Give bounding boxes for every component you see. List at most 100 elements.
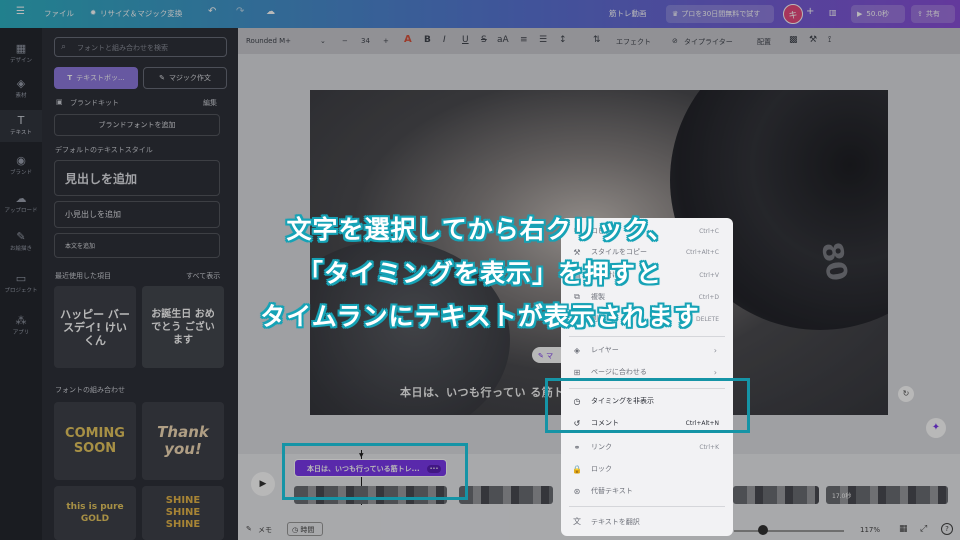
add-brand-font-button[interactable]: ブランドフォントを追加 xyxy=(54,114,220,136)
file-menu[interactable]: ファイル xyxy=(44,8,74,19)
bold-icon[interactable]: B xyxy=(424,35,431,45)
text-toolbar: Rounded M+ ⌄ − 34 + A B I U S aA ≡ ☰ ↕ ⇅… xyxy=(238,28,960,54)
trial-button[interactable]: ♛ プロを30日間無料で試す xyxy=(666,5,774,23)
redo-icon[interactable]: ↷ xyxy=(236,6,244,17)
share-button[interactable]: ⇪ 共有 xyxy=(911,5,955,23)
play-button[interactable]: ▶ 50.0秒 xyxy=(851,5,905,23)
menu-divider xyxy=(569,336,725,337)
zoom-level[interactable]: 117% xyxy=(860,526,880,534)
case-icon[interactable]: aA xyxy=(497,35,509,45)
typewriter-button[interactable]: タイプライター xyxy=(684,37,733,47)
brand-kit-label: ブランドキット xyxy=(70,99,119,107)
combo-item-3[interactable]: this is pure GOLD xyxy=(54,486,136,540)
vertical-text-icon[interactable]: ⇅ xyxy=(593,35,601,45)
play-icon: ▶ xyxy=(857,10,863,18)
instruction-line-2: 「タイミングを表示」を押すと xyxy=(297,259,662,288)
menu-align-page[interactable]: ⊞ ページに合わせる › xyxy=(571,367,723,377)
text-icon: T xyxy=(17,114,25,127)
decrease-size-icon[interactable]: − xyxy=(342,37,348,45)
doc-title[interactable]: 筋トレ動画 xyxy=(609,8,647,19)
menu-translate[interactable]: 文テキストを翻訳 xyxy=(571,516,723,527)
menu-layer[interactable]: ◈ レイヤー › xyxy=(571,345,723,355)
video-track-3[interactable] xyxy=(733,486,819,504)
menu-divider xyxy=(569,506,725,507)
menu-alt-text[interactable]: ⊛ 代替テキスト xyxy=(571,486,723,496)
add-collaborator-icon[interactable]: + xyxy=(806,6,814,17)
combo-item-2[interactable]: Thank you! xyxy=(142,402,224,480)
chevron-down-icon[interactable]: ⌄ xyxy=(320,37,326,45)
menu-hide-timing[interactable]: ◷ タイミングを非表示 xyxy=(571,396,723,406)
notes-icon[interactable]: ✎ xyxy=(246,525,252,533)
video-track-4[interactable]: 17.0秒 xyxy=(826,486,948,504)
rail-brand[interactable]: ◉ ブランド xyxy=(0,150,42,182)
font-search-input[interactable]: フォントと組み合わせを検索 xyxy=(54,37,227,57)
timeline-play-button[interactable]: ▶ xyxy=(251,472,275,496)
chevron-right-icon: › xyxy=(713,345,717,355)
strikethrough-icon[interactable]: S xyxy=(481,35,487,45)
default-styles-heading: デフォルトのテキストスタイル xyxy=(55,146,153,154)
list-icon[interactable]: ☰ xyxy=(539,35,547,45)
add-heading-button[interactable]: 見出しを追加 xyxy=(54,160,220,196)
combo-item-4[interactable]: SHINE SHINE SHINE xyxy=(142,486,224,540)
text-color-icon[interactable]: A xyxy=(404,34,412,45)
clip-more-icon[interactable]: ••• xyxy=(427,465,441,473)
magic-wand-icon: ✎ xyxy=(159,74,165,82)
magic-sparkle-icon[interactable]: ✦ xyxy=(926,418,946,438)
align-page-icon: ⊞ xyxy=(573,367,581,377)
fullscreen-icon[interactable]: ⤢ xyxy=(920,524,927,534)
notes-button[interactable]: メモ xyxy=(258,525,272,535)
font-combos-heading: フォントの組み合わせ xyxy=(55,386,125,394)
spacing-icon[interactable]: ↕ xyxy=(559,35,567,45)
avatar[interactable]: キ xyxy=(783,4,803,24)
time-button[interactable]: ◷ 時間 xyxy=(287,522,323,536)
alt-text-icon: ⊛ xyxy=(573,486,581,496)
position-button[interactable]: 配置 xyxy=(757,37,771,47)
refresh-icon[interactable]: ↻ xyxy=(898,386,914,402)
brand-kit-edit[interactable]: 編集 xyxy=(203,98,217,108)
top-bar: ☰ ファイル ✹ リサイズ＆マジック変換 ↶ ↷ ☁ 筋トレ動画 ♛ プロを30日… xyxy=(0,0,960,28)
transparency-icon[interactable]: ▩ xyxy=(789,35,798,45)
timeline-text-clip[interactable]: 本日は、いつも行っている筋トレ... xyxy=(294,459,447,477)
menu-link[interactable]: ⚭ リンク Ctrl+K xyxy=(571,442,723,452)
rail-design[interactable]: ▦ デザイン xyxy=(0,38,42,70)
clock-icon: ◷ xyxy=(573,396,581,406)
help-icon[interactable]: ? xyxy=(941,523,953,535)
instruction-line-3: タイムランにテキストが表示されます xyxy=(260,302,700,331)
italic-icon[interactable]: I xyxy=(443,35,446,45)
underline-icon[interactable]: U xyxy=(462,35,469,45)
effects-button[interactable]: エフェクト xyxy=(616,37,651,47)
upload-icon: ☁ xyxy=(15,192,27,205)
zoom-slider-handle[interactable] xyxy=(758,525,768,535)
video-track-2[interactable] xyxy=(459,486,553,504)
increase-size-icon[interactable]: + xyxy=(383,37,389,45)
share-icon: ⇪ xyxy=(917,10,923,18)
typewriter-icon: ⊘ xyxy=(672,37,678,45)
add-textbox-button[interactable]: T テキストボッ... xyxy=(54,67,138,89)
paint-icon[interactable]: ⟟ xyxy=(828,35,831,45)
rail-elements[interactable]: ◈ 素材 xyxy=(0,73,42,105)
copy-style-icon[interactable]: ⚒ xyxy=(809,35,817,45)
align-icon[interactable]: ≡ xyxy=(520,35,528,45)
resize-star-icon: ✹ xyxy=(90,8,97,17)
undo-icon[interactable]: ↶ xyxy=(208,6,216,17)
magic-write-button[interactable]: ✎ マジック作文 xyxy=(143,67,227,89)
grid-view-icon[interactable]: ▦ xyxy=(899,524,908,534)
comment-icon: ↺ xyxy=(573,418,581,428)
resize-button[interactable]: リサイズ＆マジック変換 xyxy=(100,8,182,19)
cloud-icon: ☁ xyxy=(266,7,275,17)
font-size-input[interactable]: 34 xyxy=(361,37,370,45)
rail-text[interactable]: T テキスト xyxy=(0,110,42,142)
video-track-1[interactable] xyxy=(294,486,447,504)
font-family-select[interactable]: Rounded M+ xyxy=(246,37,291,45)
lock-icon: 🔒 xyxy=(572,464,582,474)
zoom-slider[interactable] xyxy=(734,530,844,532)
hamburger-icon[interactable]: ☰ xyxy=(16,6,25,17)
combo-item-1[interactable]: COMING SOON xyxy=(54,402,136,480)
elements-icon: ◈ xyxy=(16,77,26,90)
menu-lock[interactable]: 🔒 ロック xyxy=(571,464,723,474)
menu-comment[interactable]: ↺ コメント Ctrl+Alt+N xyxy=(571,418,723,428)
instruction-line-1: 文字を選択してから右クリック、 xyxy=(286,215,674,244)
link-icon: ⚭ xyxy=(573,442,581,452)
analytics-icon[interactable]: ▥ xyxy=(829,8,837,17)
layer-icon: ◈ xyxy=(573,345,581,355)
